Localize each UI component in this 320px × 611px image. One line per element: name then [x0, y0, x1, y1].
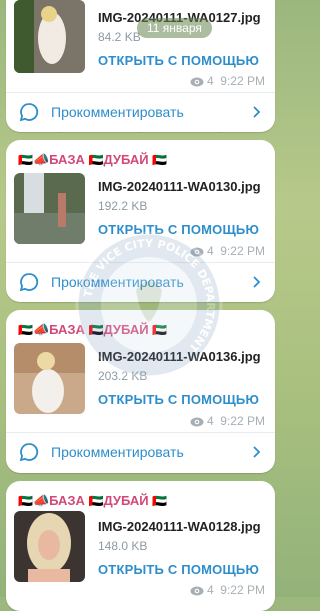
post-time: 9:22 PM	[220, 583, 265, 597]
comment-bubble-icon	[19, 443, 39, 462]
comment-button[interactable]: Прокомментировать	[6, 92, 275, 132]
header-city: ДУБАЙ	[103, 493, 149, 508]
police-seal-watermark: THE VICE CITY POLICE DEPARTMENT	[74, 230, 224, 380]
view-count: 4	[206, 414, 214, 428]
image-thumbnail[interactable]	[14, 0, 85, 73]
uae-flag-icon: 🇦🇪	[152, 153, 168, 167]
channel-header-line: 🇦🇪📣БАЗА 🇦🇪ДУБАЙ 🇦🇪	[18, 152, 167, 168]
post-time: 9:22 PM	[220, 244, 265, 258]
post-meta: 4 9:22 PM	[190, 414, 265, 428]
file-name[interactable]: IMG-20240111-WA0128.jpg	[98, 519, 261, 534]
comment-button[interactable]: Прокомментировать	[6, 432, 275, 472]
date-separator: 11 января	[137, 18, 212, 38]
channel-header-line: 🇦🇪📣БАЗА 🇦🇪ДУБАЙ 🇦🇪	[18, 493, 167, 509]
file-size: 192.2 KB	[98, 199, 148, 213]
uae-flag-icon: 🇦🇪	[88, 153, 104, 167]
comment-label: Прокомментировать	[51, 104, 184, 120]
uae-flag-icon: 🇦🇪	[18, 153, 33, 167]
uae-flag-icon: 🇦🇪	[18, 323, 33, 337]
megaphone-icon: 📣	[32, 152, 50, 167]
comment-bubble-icon	[19, 273, 39, 292]
view-count: 4	[206, 74, 214, 88]
post-time: 9:22 PM	[220, 74, 265, 88]
chevron-right-icon	[253, 276, 261, 288]
post-meta: 4 9:22 PM	[190, 583, 265, 597]
header-base: БАЗА	[49, 152, 85, 167]
eye-icon	[190, 414, 207, 428]
file-size: 148.0 KB	[98, 539, 148, 553]
header-base: БАЗА	[49, 493, 85, 508]
open-with-button[interactable]: ОТКРЫТЬ С ПОМОЩЬЮ	[98, 562, 259, 577]
file-name[interactable]: IMG-20240111-WA0130.jpg	[98, 179, 261, 194]
chevron-right-icon	[253, 106, 261, 118]
message-card[interactable]: 🇦🇪📣БАЗА 🇦🇪ДУБАЙ 🇦🇪 IMG-20240111-WA0128.j…	[6, 481, 275, 611]
megaphone-icon: 📣	[32, 322, 50, 337]
file-size: 84.2 KB	[98, 30, 141, 44]
comment-bubble-icon	[19, 103, 39, 122]
uae-flag-icon: 🇦🇪	[152, 494, 168, 508]
open-with-button[interactable]: ОТКРЫТЬ С ПОМОЩЬЮ	[98, 392, 259, 407]
header-city: ДУБАЙ	[103, 152, 149, 167]
view-count: 4	[206, 583, 214, 597]
post-time: 9:22 PM	[220, 414, 265, 428]
eye-icon	[190, 583, 207, 597]
comment-label: Прокомментировать	[51, 444, 184, 460]
post-meta: 4 9:22 PM	[190, 74, 265, 88]
image-thumbnail[interactable]	[14, 511, 85, 582]
eye-icon	[190, 74, 207, 88]
open-with-button[interactable]: ОТКРЫТЬ С ПОМОЩЬЮ	[98, 53, 259, 68]
megaphone-icon: 📣	[32, 493, 50, 508]
uae-flag-icon: 🇦🇪	[88, 494, 104, 508]
chevron-right-icon	[253, 446, 261, 458]
uae-flag-icon: 🇦🇪	[18, 494, 33, 508]
